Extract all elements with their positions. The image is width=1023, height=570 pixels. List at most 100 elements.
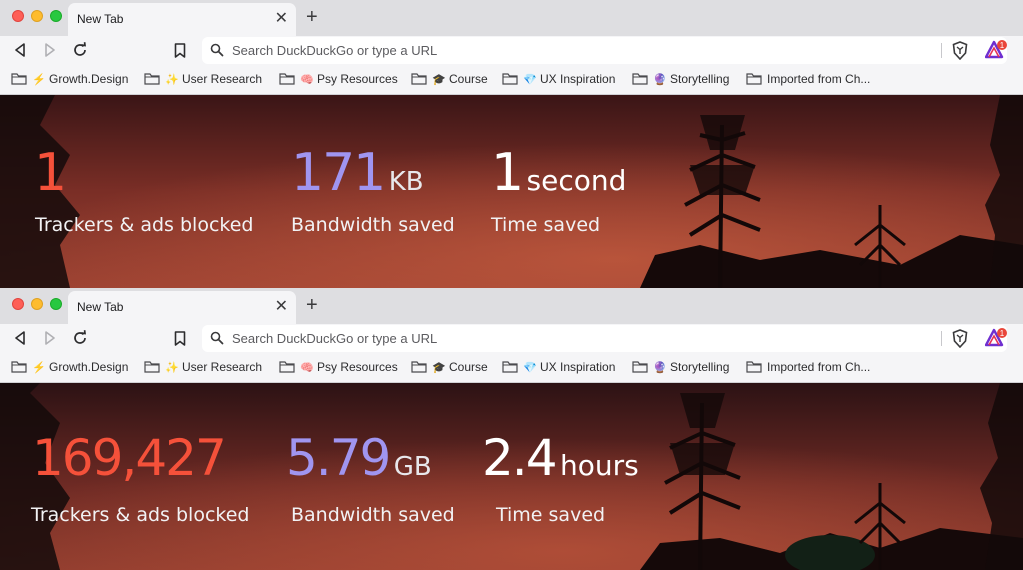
bookmark-folder-user-research[interactable]: ✨ User Research bbox=[144, 360, 262, 374]
reload-icon[interactable] bbox=[70, 40, 90, 60]
folder-icon bbox=[632, 361, 648, 373]
folder-icon bbox=[279, 361, 295, 373]
time-unit: hours bbox=[559, 449, 639, 482]
bookmark-folder-psy-resources[interactable]: 🧠 Psy Resources bbox=[279, 360, 398, 374]
brain-icon: 🧠 bbox=[300, 73, 314, 86]
bookmark-label: Growth.Design bbox=[49, 360, 129, 374]
trackers-stat: 1 bbox=[34, 147, 67, 199]
toolbar: Search DuckDuckGo or type a URL 1 bbox=[0, 36, 1023, 66]
back-icon[interactable] bbox=[10, 40, 30, 60]
trackers-value: 169,427 bbox=[32, 429, 227, 487]
bookmark-label: Imported from Ch... bbox=[767, 360, 871, 374]
tab-new-tab[interactable]: New Tab ✕ bbox=[68, 3, 296, 36]
new-tab-background: 1 Trackers & ads blocked 171 KB Bandwidt… bbox=[0, 95, 1023, 288]
bookmark-icon[interactable] bbox=[170, 40, 190, 60]
tab-bar: New Tab ✕ + bbox=[0, 288, 1023, 324]
plus-icon[interactable]: + bbox=[306, 5, 318, 29]
bookmark-folder-psy-resources[interactable]: 🧠 Psy Resources bbox=[279, 72, 398, 86]
brave-shield-icon[interactable] bbox=[952, 41, 968, 65]
bookmark-icon[interactable] bbox=[170, 328, 190, 348]
bookmark-folder-imported[interactable]: Imported from Ch... bbox=[746, 360, 870, 374]
bookmark-label: UX Inspiration bbox=[540, 72, 616, 86]
close-icon[interactable]: ✕ bbox=[275, 9, 288, 29]
new-tab-background: 169,427 Trackers & ads blocked 5.79 GB B… bbox=[0, 383, 1023, 570]
url-placeholder: Search DuckDuckGo or type a URL bbox=[232, 43, 438, 58]
time-unit: second bbox=[526, 164, 627, 197]
bandwidth-stat: 171 KB bbox=[291, 147, 424, 199]
bookmark-folder-course[interactable]: 🎓 Course bbox=[411, 72, 488, 86]
bookmark-label: Course bbox=[449, 360, 488, 374]
bookmark-label: Psy Resources bbox=[317, 72, 398, 86]
brave-rewards-icon[interactable]: 1 bbox=[984, 40, 1009, 65]
bookmarks-bar: ⚡ Growth.Design ✨ User Research 🧠 Psy Re… bbox=[0, 66, 1023, 95]
bookmark-folder-growth-design[interactable]: ⚡ Growth.Design bbox=[11, 360, 128, 374]
brave-rewards-icon[interactable]: 1 bbox=[984, 328, 1009, 353]
bookmark-label: Storytelling bbox=[670, 360, 730, 374]
toolbar: Search DuckDuckGo or type a URL 1 bbox=[0, 324, 1023, 354]
brave-shield-icon[interactable] bbox=[952, 329, 968, 353]
search-icon bbox=[210, 331, 224, 350]
minimize-window-button[interactable] bbox=[31, 298, 43, 310]
tab-bar: New Tab ✕ + bbox=[0, 0, 1023, 36]
url-bar[interactable]: Search DuckDuckGo or type a URL 1 bbox=[202, 325, 1007, 352]
bookmarks-bar: ⚡ Growth.Design ✨ User Research 🧠 Psy Re… bbox=[0, 354, 1023, 383]
time-value: 1 bbox=[491, 143, 524, 203]
crystal-ball-icon: 🔮 bbox=[653, 73, 667, 86]
bookmark-folder-user-research[interactable]: ✨ User Research bbox=[144, 72, 262, 86]
trackers-label: Trackers & ads blocked bbox=[31, 504, 250, 526]
bookmark-folder-growth-design[interactable]: ⚡ Growth.Design bbox=[11, 72, 128, 86]
folder-icon bbox=[746, 361, 762, 373]
time-value: 2.4 bbox=[482, 429, 558, 487]
folder-icon bbox=[11, 73, 27, 85]
folder-icon bbox=[144, 361, 160, 373]
bookmark-folder-storytelling[interactable]: 🔮 Storytelling bbox=[632, 72, 729, 86]
bookmark-folder-ux-inspiration[interactable]: 💎 UX Inspiration bbox=[502, 72, 615, 86]
folder-icon bbox=[632, 73, 648, 85]
url-placeholder: Search DuckDuckGo or type a URL bbox=[232, 331, 438, 346]
bookmark-label: Storytelling bbox=[670, 72, 730, 86]
url-divider bbox=[941, 331, 942, 346]
forward-icon[interactable] bbox=[40, 328, 60, 348]
time-stat: 2.4 hours bbox=[482, 433, 639, 483]
folder-icon bbox=[144, 73, 160, 85]
folder-icon bbox=[746, 73, 762, 85]
time-label: Time saved bbox=[491, 214, 601, 236]
forward-icon[interactable] bbox=[40, 40, 60, 60]
bandwidth-unit: GB bbox=[393, 452, 432, 482]
close-window-button[interactable] bbox=[12, 10, 24, 22]
bookmark-label: User Research bbox=[182, 72, 263, 86]
bookmark-label: Growth.Design bbox=[49, 72, 129, 86]
trackers-stat: 169,427 bbox=[32, 433, 227, 483]
bandwidth-label: Bandwidth saved bbox=[291, 214, 455, 236]
bookmark-folder-course[interactable]: 🎓 Course bbox=[411, 360, 488, 374]
browser-window: New Tab ✕ + Search DuckDuckGo or type a … bbox=[0, 288, 1023, 570]
bandwidth-label: Bandwidth saved bbox=[291, 504, 455, 526]
browser-window: New Tab ✕ + Search DuckDuckGo or type a … bbox=[0, 0, 1023, 288]
tab-new-tab[interactable]: New Tab ✕ bbox=[68, 291, 296, 324]
trackers-label: Trackers & ads blocked bbox=[35, 214, 254, 236]
reload-icon[interactable] bbox=[70, 328, 90, 348]
bookmark-folder-ux-inspiration[interactable]: 💎 UX Inspiration bbox=[502, 360, 615, 374]
tab-title: New Tab bbox=[77, 300, 124, 314]
folder-icon bbox=[411, 361, 427, 373]
bookmark-folder-storytelling[interactable]: 🔮 Storytelling bbox=[632, 360, 729, 374]
zoom-window-button[interactable] bbox=[50, 298, 62, 310]
trackers-value: 1 bbox=[34, 143, 67, 203]
graduation-cap-icon: 🎓 bbox=[432, 361, 446, 374]
bookmark-label: Imported from Ch... bbox=[767, 72, 871, 86]
lightning-icon: ⚡ bbox=[32, 361, 46, 374]
minimize-window-button[interactable] bbox=[31, 10, 43, 22]
bookmark-label: User Research bbox=[182, 360, 263, 374]
bandwidth-value: 171 bbox=[291, 143, 386, 203]
back-icon[interactable] bbox=[10, 328, 30, 348]
bookmark-label: Psy Resources bbox=[317, 360, 398, 374]
bookmark-folder-imported[interactable]: Imported from Ch... bbox=[746, 72, 870, 86]
plus-icon[interactable]: + bbox=[306, 293, 318, 317]
url-bar[interactable]: Search DuckDuckGo or type a URL 1 bbox=[202, 37, 1007, 64]
bandwidth-stat: 5.79 GB bbox=[286, 433, 432, 483]
crystal-ball-icon: 🔮 bbox=[653, 361, 667, 374]
zoom-window-button[interactable] bbox=[50, 10, 62, 22]
rewards-badge: 1 bbox=[1000, 41, 1005, 50]
close-window-button[interactable] bbox=[12, 298, 24, 310]
close-icon[interactable]: ✕ bbox=[275, 297, 288, 317]
